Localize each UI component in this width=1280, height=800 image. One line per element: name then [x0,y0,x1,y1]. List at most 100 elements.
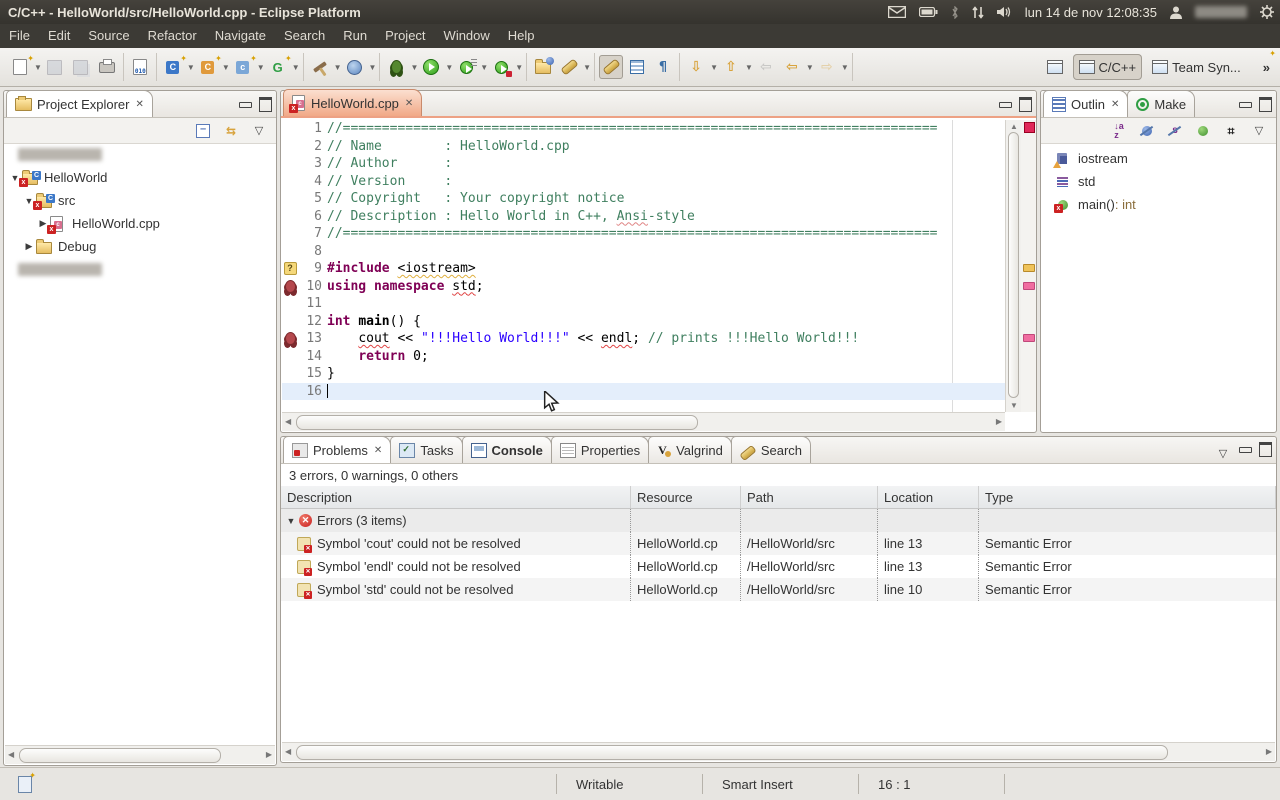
tab-properties[interactable]: Properties [551,436,649,463]
forward-button[interactable]: ⇨ [815,55,839,79]
next-annotation-dropdown-icon[interactable]: ▼ [710,63,718,72]
maximize-icon[interactable] [1259,442,1272,457]
run-dropdown-icon[interactable]: ▼ [445,63,453,72]
tab-outline[interactable]: Outlin ✕ [1043,90,1128,117]
sort-button[interactable]: ↓az [1110,122,1128,140]
last-edit-button[interactable]: ⇦ [754,55,778,79]
tree-item-helloworld[interactable]: ▼CxHelloWorld [4,166,276,189]
column-header-resource[interactable]: Resource [631,486,741,508]
build-all-button[interactable] [343,55,367,79]
tab-console[interactable]: Console [462,436,552,463]
code-line-9[interactable]: ?9#include <iostream> [282,260,1005,278]
bluetooth-icon[interactable] [951,6,959,19]
code-line-14[interactable]: 14 return 0; [282,348,1005,366]
code-line-12[interactable]: 12int main() { [282,313,1005,331]
menu-window[interactable]: Window [435,24,499,48]
code-line-13[interactable]: 13 cout << "!!!Hello World!!!" << endl; … [282,330,1005,348]
outline-item-main[interactable]: xmain() : int [1041,193,1276,216]
overview-ruler[interactable] [1021,120,1036,412]
open-perspective-button[interactable]: ✦ [1041,54,1069,80]
save-all-button[interactable] [69,55,93,79]
menu-run[interactable]: Run [334,24,376,48]
print-button[interactable] [95,55,119,79]
menu-navigate[interactable]: Navigate [206,24,275,48]
menu-project[interactable]: Project [376,24,434,48]
minimize-icon[interactable] [239,102,252,108]
run-button[interactable] [419,55,443,79]
open-element-button[interactable] [531,55,555,79]
volume-icon[interactable] [997,6,1012,18]
debug-button[interactable] [384,55,408,79]
code-line-2[interactable]: 2// Name : HelloWorld.cpp [282,138,1005,156]
hide-static-button[interactable]: s [1166,122,1184,140]
tab-valgrind[interactable]: Valgrind [648,436,732,463]
battery-icon[interactable] [919,7,938,17]
forward-dropdown-icon[interactable]: ▼ [841,63,849,72]
warning-marker[interactable] [1023,264,1035,272]
build-dropdown-icon[interactable]: ▼ [334,63,342,72]
new-wizard-dropdown-icon[interactable]: ▼ [34,63,42,72]
code-line-16[interactable]: 16 [282,383,1005,401]
hide-fields-button[interactable] [1138,122,1156,140]
close-icon[interactable]: ✕ [1111,99,1119,110]
new-cpp-project-dropdown-icon[interactable]: ▼ [187,63,195,72]
minimize-icon[interactable] [1239,447,1252,453]
maximize-icon[interactable] [1019,97,1032,112]
new-cpp-class-button[interactable]: C✦ [196,55,220,79]
new-wizard-button[interactable]: ✦ [8,55,32,79]
menu-refactor[interactable]: Refactor [139,24,206,48]
back-button[interactable]: ⇦ [780,55,804,79]
prev-annotation-dropdown-icon[interactable]: ▼ [745,63,753,72]
tree-item-helloworld-cpp[interactable]: ▶cxHelloWorld.cpp [4,212,276,235]
new-make-target-button[interactable]: G✦ [266,55,290,79]
code-line-15[interactable]: 15} [282,365,1005,383]
run-history-dropdown-icon[interactable]: ▼ [480,63,488,72]
run-history-button[interactable] [454,55,478,79]
column-header-path[interactable]: Path [741,486,878,508]
tree-item-src[interactable]: ▼Cxsrc [4,189,276,212]
session-gear-icon[interactable] [1260,5,1274,19]
view-menu-icon[interactable]: ▽ [1214,444,1232,462]
menu-search[interactable]: Search [275,24,334,48]
clock[interactable]: lun 14 de nov 12:08:35 [1025,5,1157,20]
hide-non-public-button[interactable] [1194,122,1212,140]
minimize-icon[interactable] [1239,102,1252,108]
column-header-type[interactable]: Type [979,486,1276,508]
prev-annotation-button[interactable]: ⇧ [719,55,743,79]
tab-search[interactable]: Search [731,436,811,463]
code-line-3[interactable]: 3// Author : [282,155,1005,173]
network-arrows-icon[interactable] [972,6,984,19]
tab-tasks[interactable]: Tasks [390,436,462,463]
search-dropdown-icon[interactable]: ▼ [583,63,591,72]
new-cpp-source-dropdown-icon[interactable]: ▼ [257,63,265,72]
problem-row[interactable]: Symbol 'endl' could not be resolvedHello… [281,555,1276,578]
new-cpp-class-dropdown-icon[interactable]: ▼ [222,63,230,72]
close-icon[interactable]: ✕ [405,98,413,109]
tree-item-debug[interactable]: ▶Debug [4,235,276,258]
mark-occurrences-button[interactable] [599,55,623,79]
show-whitespace-button[interactable]: ¶ [651,55,675,79]
expand-arrow-icon[interactable]: ▶ [22,241,36,252]
block-selection-button[interactable] [625,55,649,79]
problems-hscrollbar[interactable]: ◀▶ [282,742,1275,761]
menu-source[interactable]: Source [79,24,138,48]
hide-macros-button[interactable]: ⌗ [1222,122,1240,140]
user-icon[interactable] [1170,6,1182,19]
collapse-all-button[interactable]: − [194,122,212,140]
view-menu-icon[interactable]: ▽ [250,122,268,140]
errors-group-row[interactable]: ▼✕Errors (3 items) [281,509,1276,532]
perspective-team-button[interactable]: Team Syn... [1146,54,1247,80]
tree-item-redacted[interactable] [4,143,276,166]
menu-help[interactable]: Help [499,24,544,48]
mail-icon[interactable] [888,6,906,18]
code-line-11[interactable]: 11 [282,295,1005,313]
code-line-6[interactable]: 6// Description : Hello World in C++, An… [282,208,1005,226]
collapse-arrow-icon[interactable]: ▼ [285,516,297,526]
editor-hscrollbar[interactable]: ◀▶ [282,412,1005,431]
code-line-5[interactable]: 5// Copyright : Your copyright notice [282,190,1005,208]
perspective-overflow-chevron[interactable]: » [1263,60,1270,75]
column-header-location[interactable]: Location [878,486,979,508]
build-all-dropdown-icon[interactable]: ▼ [369,63,377,72]
tab-project-explorer[interactable]: Project Explorer ✕ [6,90,153,117]
outline-item-iostream[interactable]: iostream [1041,147,1276,170]
